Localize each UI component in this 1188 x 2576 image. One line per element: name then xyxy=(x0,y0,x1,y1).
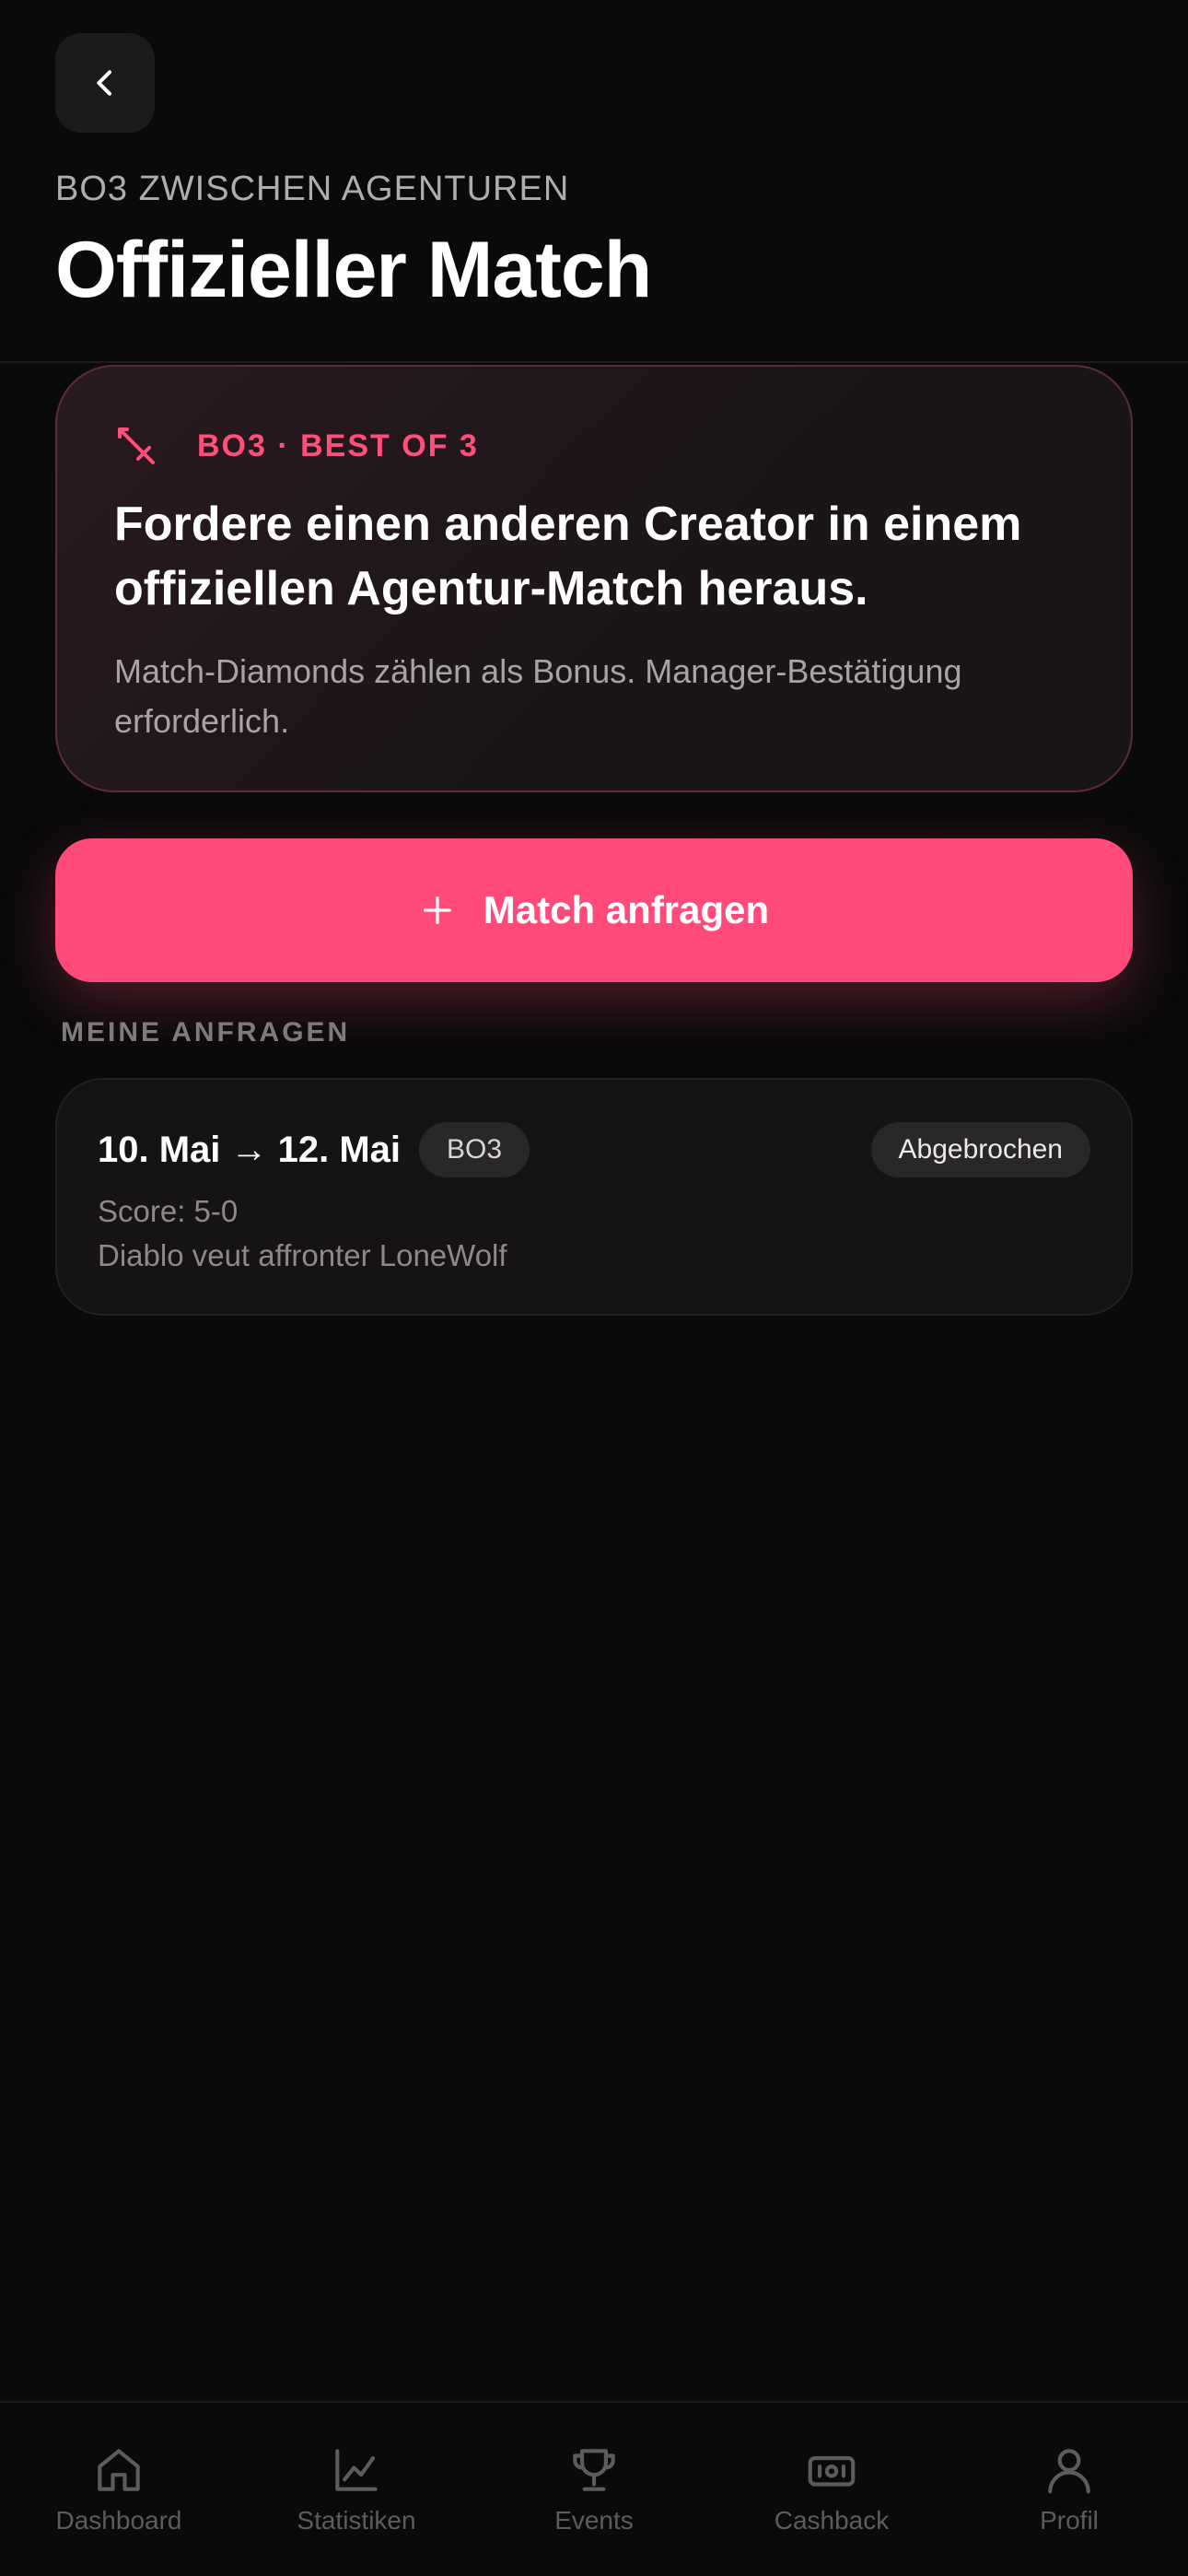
nav-label-dashboard: Dashboard xyxy=(55,2506,182,2535)
sword-icon xyxy=(118,427,155,464)
request-match-label: Match anfragen xyxy=(483,888,770,931)
match-page: BO3 ZWISCHEN AGENTUREN Offizieller Match… xyxy=(0,0,1188,2576)
nav-item-cashback[interactable]: Cashback xyxy=(713,2403,950,2576)
request-match-button[interactable]: Match anfragen xyxy=(55,838,1133,982)
hero-heading: Fordere einen anderen Creator in einem o… xyxy=(114,498,1022,615)
chevron-left-icon xyxy=(97,70,111,96)
hero-tag-row: BO3 · BEST OF 3 xyxy=(114,424,1076,468)
request-dates: 10. Mai → 12. Mai xyxy=(98,1129,402,1170)
hero-description: Match-Diamonds zählen als Bonus. Manager… xyxy=(114,652,962,740)
header-divider xyxy=(0,361,1188,363)
section-label-requests: MEINE ANFRAGEN xyxy=(61,1017,351,1048)
format-badge: BO3 xyxy=(419,1122,530,1177)
nav-item-statistiken[interactable]: Statistiken xyxy=(238,2403,475,2576)
cash-icon xyxy=(808,2456,856,2487)
status-badge: Abgebrochen xyxy=(870,1122,1090,1177)
nav-label-statistiken: Statistiken xyxy=(297,2506,416,2535)
hero-tag: BO3 · BEST OF 3 xyxy=(197,427,479,463)
chart-icon xyxy=(335,2449,378,2491)
plus-icon xyxy=(423,896,451,924)
nav-item-dashboard[interactable]: Dashboard xyxy=(0,2403,238,2576)
trophy-icon xyxy=(573,2449,615,2491)
home-icon xyxy=(98,2449,140,2491)
request-card-header: 10. Mai → 12. Mai BO3 Abgebrochen xyxy=(98,1122,1090,1177)
nav-item-profil[interactable]: Profil xyxy=(950,2403,1188,2576)
nav-item-events[interactable]: Events xyxy=(475,2403,713,2576)
page-eyebrow: BO3 ZWISCHEN AGENTUREN xyxy=(55,170,570,208)
hero-card: BO3 · BEST OF 3 Fordere einen anderen Cr… xyxy=(55,365,1133,792)
nav-label-cashback: Cashback xyxy=(774,2506,890,2535)
request-card-left: 10. Mai → 12. Mai BO3 xyxy=(98,1122,530,1177)
page-title: Offizieller Match xyxy=(55,226,652,314)
back-button[interactable] xyxy=(55,33,155,133)
nav-label-profil: Profil xyxy=(1040,2506,1099,2535)
request-card[interactable]: 10. Mai → 12. Mai BO3 Abgebrochen Score:… xyxy=(55,1078,1133,1316)
user-icon xyxy=(1048,2449,1090,2494)
request-score: Score: 5-0 xyxy=(98,1194,239,1228)
request-description: Diablo veut affronter LoneWolf xyxy=(98,1238,507,1272)
bottom-nav: Dashboard Statistiken Events Cashback Pr… xyxy=(0,2401,1188,2576)
nav-label-events: Events xyxy=(554,2506,634,2535)
